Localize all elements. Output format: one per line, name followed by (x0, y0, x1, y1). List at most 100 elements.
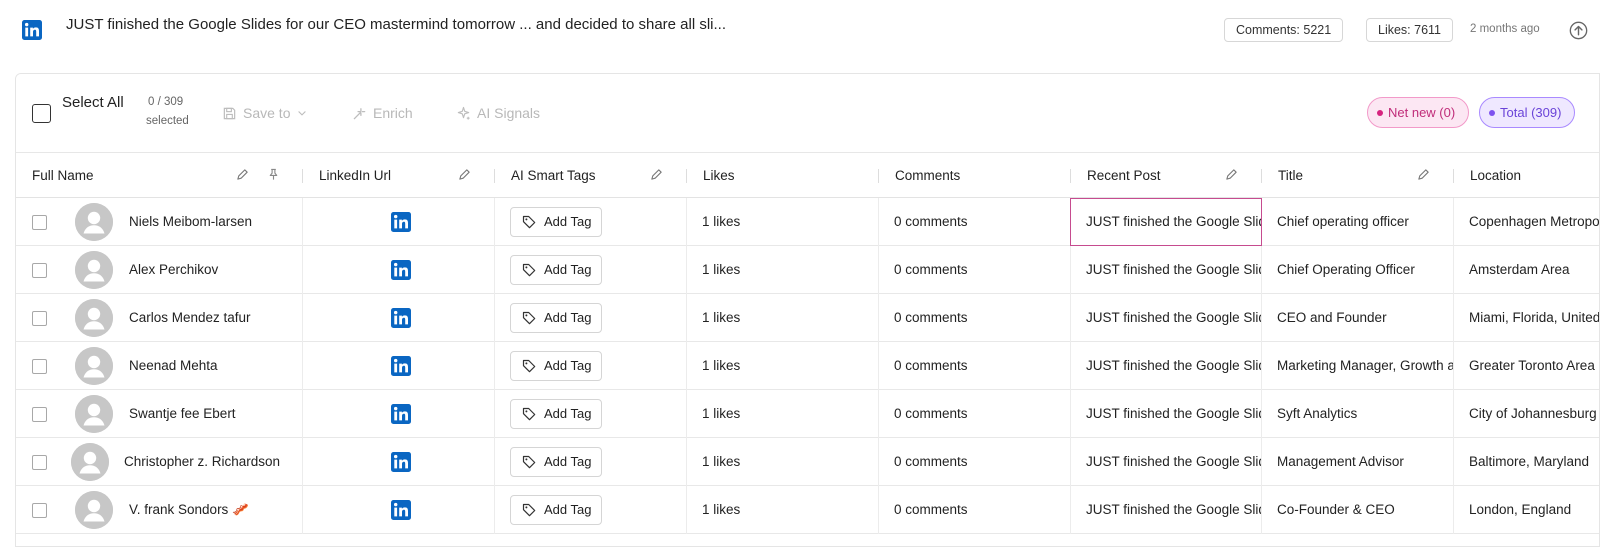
column-label: LinkedIn Url (319, 168, 392, 183)
likes-cell[interactable]: 1 likes (687, 486, 879, 534)
title-cell[interactable]: Marketing Manager, Growth and (1262, 342, 1454, 390)
add-tag-button[interactable]: Add Tag (510, 207, 603, 237)
comments-cell[interactable]: 0 comments (879, 246, 1071, 294)
comments-cell[interactable]: 0 comments (879, 342, 1071, 390)
title-cell[interactable]: CEO and Founder (1262, 294, 1454, 342)
likes-cell[interactable]: 1 likes (687, 246, 879, 294)
location-cell[interactable]: Greater Toronto Area (1454, 342, 1599, 390)
add-tag-button[interactable]: Add Tag (510, 303, 603, 333)
table-row: Christopher z. Richardson Add Tag 1 like… (16, 438, 1599, 486)
column-label: Recent Post (1087, 168, 1161, 183)
location-cell[interactable]: Baltimore, Maryland (1454, 438, 1599, 486)
title-cell[interactable]: Management Advisor (1262, 438, 1454, 486)
column-label: Full Name (32, 168, 94, 183)
net-new-filter[interactable]: Net new (0) (1367, 97, 1470, 128)
linkedin-icon[interactable] (391, 308, 411, 328)
recent-post-cell[interactable]: JUST finished the Google Slides (1071, 438, 1262, 486)
comments-count-badge: Comments: 5221 (1224, 18, 1344, 42)
column-header-recent-post[interactable]: Recent Post (1071, 153, 1262, 198)
linkedin-icon[interactable] (391, 500, 411, 520)
linkedin-icon[interactable] (391, 356, 411, 376)
likes-cell[interactable]: 1 likes (687, 294, 879, 342)
full-name-cell[interactable]: Carlos Mendez tafur (16, 294, 303, 342)
full-name-cell[interactable]: Alex Perchikov (16, 246, 303, 294)
title-cell[interactable]: Chief Operating Officer (1262, 246, 1454, 294)
add-tag-button[interactable]: Add Tag (510, 255, 603, 285)
recent-post-cell[interactable]: JUST finished the Google Slides (1071, 294, 1262, 342)
full-name-cell[interactable]: Niels Meibom-larsen (16, 198, 303, 246)
select-all-label[interactable]: Select All (62, 91, 132, 115)
add-tag-button[interactable]: Add Tag (510, 447, 603, 477)
row-checkbox[interactable] (32, 359, 47, 374)
recent-post-cell[interactable]: JUST finished the Google Slides (1071, 198, 1262, 246)
full-name-text: Neenad Mehta (129, 358, 218, 373)
arrow-up-circle-icon[interactable] (1569, 21, 1588, 40)
select-all-checkbox[interactable] (32, 104, 51, 123)
column-header-full-name[interactable]: Full Name (16, 153, 303, 198)
full-name-cell[interactable]: Swantje fee Ebert (16, 390, 303, 438)
full-name-cell[interactable]: V. frank Sondors 🥓 (16, 486, 303, 534)
row-checkbox[interactable] (32, 311, 47, 326)
comments-cell[interactable]: 0 comments (879, 486, 1071, 534)
comments-cell[interactable]: 0 comments (879, 198, 1071, 246)
recent-post-cell[interactable]: JUST finished the Google Slides (1071, 486, 1262, 534)
row-checkbox[interactable] (32, 503, 47, 518)
add-tag-label: Add Tag (544, 262, 592, 277)
pencil-icon[interactable] (458, 168, 471, 181)
location-cell[interactable]: Amsterdam Area (1454, 246, 1599, 294)
pencil-icon[interactable] (1225, 168, 1238, 181)
total-filter[interactable]: Total (309) (1479, 97, 1576, 128)
title-cell[interactable]: Co-Founder & CEO (1262, 486, 1454, 534)
ai-smart-tags-cell: Add Tag (495, 294, 687, 342)
add-tag-button[interactable]: Add Tag (510, 399, 603, 429)
linkedin-icon[interactable] (22, 20, 42, 40)
location-cell[interactable]: London, England (1454, 486, 1599, 534)
ai-smart-tags-cell: Add Tag (495, 438, 687, 486)
row-checkbox[interactable] (32, 215, 47, 230)
add-tag-button[interactable]: Add Tag (510, 351, 603, 381)
location-cell[interactable]: Miami, Florida, United States (1454, 294, 1599, 342)
enrich-button[interactable]: Enrich (352, 105, 413, 121)
save-to-button[interactable]: Save to (222, 105, 308, 121)
likes-cell[interactable]: 1 likes (687, 438, 879, 486)
linkedin-icon[interactable] (391, 212, 411, 232)
comments-cell[interactable]: 0 comments (879, 390, 1071, 438)
column-header-location[interactable]: Location (1454, 153, 1599, 198)
add-tag-button[interactable]: Add Tag (510, 495, 603, 525)
full-name-cell[interactable]: Christopher z. Richardson (16, 438, 303, 486)
likes-cell[interactable]: 1 likes (687, 342, 879, 390)
linkedin-icon[interactable] (391, 404, 411, 424)
pin-icon[interactable] (267, 168, 280, 181)
full-name-cell[interactable]: Neenad Mehta (16, 342, 303, 390)
comments-cell[interactable]: 0 comments (879, 438, 1071, 486)
recent-post-cell[interactable]: JUST finished the Google Slides (1071, 390, 1262, 438)
recent-post-cell[interactable]: JUST finished the Google Slides (1071, 342, 1262, 390)
likes-cell[interactable]: 1 likes (687, 198, 879, 246)
pencil-icon[interactable] (1417, 168, 1430, 181)
column-label: Comments (895, 168, 961, 183)
linkedin-icon[interactable] (391, 260, 411, 280)
location-cell[interactable]: Copenhagen Metropolitan Area (1454, 198, 1599, 246)
post-text[interactable]: JUST finished the Google Slides for our … (66, 16, 726, 33)
location-cell[interactable]: City of Johannesburg (1454, 390, 1599, 438)
comments-cell[interactable]: 0 comments (879, 294, 1071, 342)
title-cell[interactable]: Chief operating officer (1262, 198, 1454, 246)
column-label: Title (1278, 168, 1304, 183)
row-checkbox[interactable] (32, 455, 47, 470)
full-name-text: V. frank Sondors 🥓 (129, 502, 249, 517)
ai-signals-button[interactable]: AI Signals (456, 105, 540, 121)
column-header-likes[interactable]: Likes (687, 153, 879, 198)
column-header-ai-smart-tags[interactable]: AI Smart Tags (495, 153, 687, 198)
recent-post-cell[interactable]: JUST finished the Google Slides (1071, 246, 1262, 294)
row-checkbox[interactable] (32, 263, 47, 278)
column-header-linkedin-url[interactable]: LinkedIn Url (303, 153, 495, 198)
column-header-title[interactable]: Title (1262, 153, 1454, 198)
title-cell[interactable]: Syft Analytics (1262, 390, 1454, 438)
column-header-comments[interactable]: Comments (879, 153, 1071, 198)
avatar-icon (75, 251, 113, 289)
pencil-icon[interactable] (236, 168, 249, 181)
pencil-icon[interactable] (650, 168, 663, 181)
likes-cell[interactable]: 1 likes (687, 390, 879, 438)
linkedin-icon[interactable] (391, 452, 411, 472)
row-checkbox[interactable] (32, 407, 47, 422)
